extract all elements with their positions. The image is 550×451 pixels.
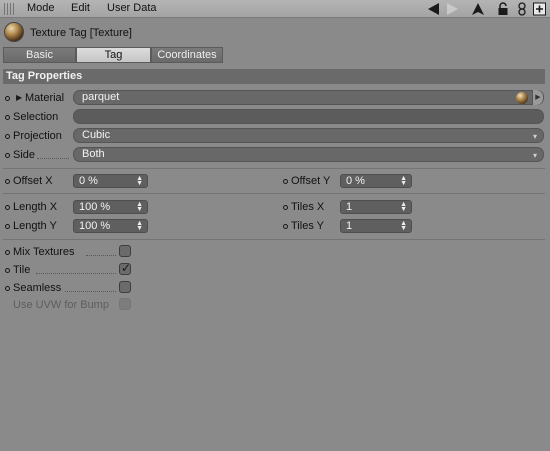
spinner-arrows-icon[interactable]: ▲ ▼ bbox=[136, 201, 143, 213]
section-header: Tag Properties bbox=[3, 69, 545, 84]
expand-triangle-icon[interactable]: ▶ bbox=[16, 93, 22, 102]
animate-dot-icon[interactable] bbox=[5, 179, 10, 184]
material-label: Material bbox=[25, 92, 65, 104]
length-x-value: 100 % bbox=[79, 201, 111, 213]
animate-dot-icon[interactable] bbox=[5, 96, 10, 101]
animate-dot-icon[interactable] bbox=[283, 205, 288, 210]
menu-mode[interactable]: Mode bbox=[27, 2, 55, 14]
checkmark-icon: ✓ bbox=[121, 261, 132, 275]
animate-dot-icon[interactable] bbox=[5, 134, 10, 139]
side-select[interactable]: Both ▾ bbox=[73, 147, 544, 162]
length-y-input[interactable]: 100 % ▲ ▼ bbox=[73, 219, 148, 233]
grip-handle-icon[interactable] bbox=[4, 3, 16, 15]
use-uvw-for-bump-checkbox bbox=[119, 298, 131, 310]
use-uvw-for-bump-label: Use UVW for Bump bbox=[13, 299, 109, 311]
length-y-label: Length Y bbox=[13, 220, 57, 232]
up-arrow-icon[interactable] bbox=[471, 2, 485, 16]
selection-field[interactable] bbox=[73, 109, 544, 124]
menu-bar: Mode Edit User Data bbox=[0, 0, 550, 18]
projection-value: Cubic bbox=[82, 129, 111, 141]
texture-tag-icon bbox=[4, 22, 24, 42]
animate-dot-icon[interactable] bbox=[5, 115, 10, 120]
mix-textures-checkbox[interactable] bbox=[119, 245, 131, 257]
tiles-x-label: Tiles X bbox=[291, 201, 325, 213]
menu-edit[interactable]: Edit bbox=[71, 2, 90, 14]
offset-y-label: Offset Y bbox=[291, 175, 331, 187]
chevron-down-icon: ▾ bbox=[532, 132, 537, 141]
offset-x-label: Offset X bbox=[13, 175, 53, 187]
link-icon[interactable] bbox=[517, 2, 527, 16]
menu-user-data[interactable]: User Data bbox=[107, 2, 157, 14]
length-y-value: 100 % bbox=[79, 220, 111, 232]
divider bbox=[3, 193, 545, 194]
new-window-icon[interactable] bbox=[533, 2, 546, 16]
length-x-input[interactable]: 100 % ▲ ▼ bbox=[73, 200, 148, 214]
chevron-down-icon: ▾ bbox=[532, 151, 537, 160]
side-value: Both bbox=[82, 148, 105, 160]
divider bbox=[3, 239, 545, 240]
length-x-label: Length X bbox=[13, 201, 58, 213]
material-preview-icon bbox=[516, 92, 528, 104]
spinner-arrows-icon[interactable]: ▲ ▼ bbox=[400, 175, 407, 187]
page-title: Texture Tag [Texture] bbox=[30, 27, 132, 39]
tiles-y-value: 1 bbox=[346, 220, 353, 232]
divider bbox=[3, 168, 545, 169]
tiles-x-input[interactable]: 1 ▲ ▼ bbox=[340, 200, 412, 214]
tiles-x-value: 1 bbox=[346, 201, 353, 213]
offset-y-value: 0 % bbox=[346, 175, 365, 187]
selection-label: Selection bbox=[13, 111, 59, 123]
spinner-arrows-icon[interactable]: ▲ ▼ bbox=[136, 220, 143, 232]
projection-select[interactable]: Cubic ▾ bbox=[73, 128, 544, 143]
tiles-y-label: Tiles Y bbox=[291, 220, 325, 232]
tab-tag[interactable]: Tag bbox=[76, 47, 151, 63]
offset-y-input[interactable]: 0 % ▲ ▼ bbox=[340, 174, 412, 188]
lock-icon[interactable] bbox=[497, 2, 509, 16]
animate-dot-icon[interactable] bbox=[283, 224, 288, 229]
tiles-y-input[interactable]: 1 ▲ ▼ bbox=[340, 219, 412, 233]
tab-coordinates[interactable]: Coordinates bbox=[151, 47, 223, 63]
side-label: Side bbox=[13, 149, 36, 161]
seamless-checkbox[interactable] bbox=[119, 281, 131, 293]
projection-label: Projection bbox=[13, 130, 62, 142]
animate-dot-icon[interactable] bbox=[5, 224, 10, 229]
animate-dot-icon[interactable] bbox=[5, 153, 10, 158]
spinner-arrows-icon[interactable]: ▲ ▼ bbox=[400, 220, 407, 232]
animate-dot-icon[interactable] bbox=[5, 250, 10, 255]
animate-dot-icon[interactable] bbox=[5, 286, 10, 291]
back-arrow-icon[interactable] bbox=[427, 2, 441, 16]
animate-dot-icon[interactable] bbox=[5, 268, 10, 273]
tile-label: Tile bbox=[13, 264, 31, 276]
mix-textures-label: Mix Textures bbox=[13, 246, 75, 258]
offset-x-input[interactable]: 0 % ▲ ▼ bbox=[73, 174, 148, 188]
forward-arrow-icon[interactable] bbox=[445, 2, 459, 16]
tab-bar: Basic Tag Coordinates bbox=[3, 47, 223, 63]
material-value: parquet bbox=[82, 91, 120, 103]
material-menu-button[interactable]: ▶ bbox=[532, 90, 543, 105]
offset-x-value: 0 % bbox=[79, 175, 98, 187]
animate-dot-icon[interactable] bbox=[5, 205, 10, 210]
spinner-arrows-icon[interactable]: ▲ ▼ bbox=[400, 201, 407, 213]
seamless-label: Seamless bbox=[13, 282, 62, 294]
tab-basic[interactable]: Basic bbox=[3, 47, 76, 63]
tile-checkbox[interactable]: ✓ bbox=[119, 261, 132, 275]
animate-dot-icon[interactable] bbox=[283, 179, 288, 184]
material-field[interactable]: parquet ▶ bbox=[73, 90, 544, 105]
spinner-arrows-icon[interactable]: ▲ ▼ bbox=[136, 175, 143, 187]
